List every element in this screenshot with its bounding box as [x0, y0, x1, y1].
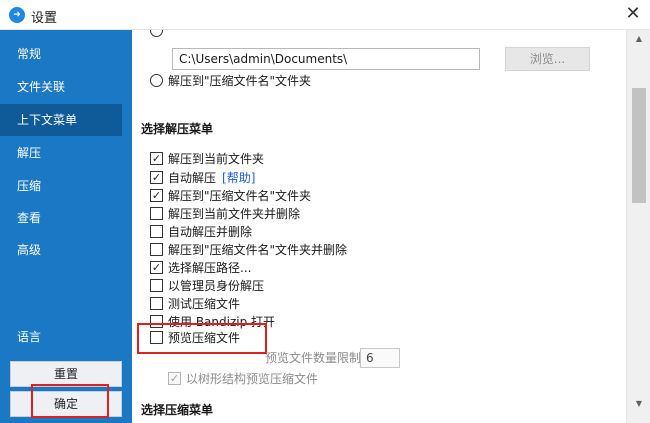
browse-button[interactable]: 浏览...	[505, 47, 590, 71]
checkbox-label: 以管理员身份解压	[168, 279, 265, 293]
sidebar-item-compress[interactable]: 压缩	[0, 170, 122, 202]
sidebar-item-general[interactable]: 常规	[0, 38, 122, 70]
tree-preview-option[interactable]: ✓ 以树形结构预览压缩文件	[168, 371, 318, 388]
checkbox-label: 解压到"压缩文件名"文件夹并删除	[168, 243, 348, 257]
radio-extract-to-path[interactable]	[150, 30, 163, 37]
extract-menu-item[interactable]: ✓ 选择解压路径...	[150, 260, 251, 277]
checkbox[interactable]: ✓	[150, 152, 163, 165]
sidebar-item-context-menu[interactable]: 上下文菜单	[0, 104, 122, 136]
extract-menu-item[interactable]: 解压到当前文件夹并删除	[150, 206, 300, 223]
help-link[interactable]: [帮助]	[222, 171, 255, 185]
checkbox-label: 解压到"压缩文件名"文件夹	[168, 189, 312, 203]
preview-limit-label: 预览文件数量限制:	[265, 351, 366, 365]
title-bar: ➜ 设置 ✕	[0, 0, 650, 30]
checkbox[interactable]: ✓	[150, 261, 163, 274]
checkbox[interactable]	[150, 207, 163, 220]
checkbox[interactable]	[150, 297, 163, 310]
sidebar-item-extract[interactable]: 解压	[0, 137, 122, 169]
section-extract-menu-title: 选择解压菜单	[141, 122, 214, 136]
sidebar: 常规 文件关联 上下文菜单 解压 压缩 查看 高级 语言 重置 确定	[0, 30, 132, 423]
extract-menu-item[interactable]: ✓ 自动解压 [帮助]	[150, 170, 255, 187]
settings-content: C:\Users\admin\Documents\ 浏览... 解压到"压缩文件…	[132, 30, 626, 423]
checkbox[interactable]: ✓	[150, 189, 163, 202]
sidebar-item-language[interactable]: 语言	[0, 321, 122, 353]
sidebar-item-view[interactable]: 查看	[0, 202, 122, 234]
radio-archive-folder[interactable]	[150, 74, 163, 87]
checkbox[interactable]: ✓	[150, 171, 163, 184]
scrollbar-thumb[interactable]	[632, 88, 646, 203]
extract-menu-item[interactable]: 自动解压并删除	[150, 224, 252, 241]
vertical-scrollbar[interactable]: ▲ ▼	[626, 30, 650, 423]
checkbox-label: 测试压缩文件	[168, 297, 241, 311]
highlight-ok-box	[31, 384, 109, 418]
close-button[interactable]: ✕	[616, 0, 650, 30]
section-compress-menu-title: 选择压缩菜单	[141, 403, 214, 417]
checkbox[interactable]	[150, 225, 163, 238]
extract-menu-item[interactable]: ✓ 解压到"压缩文件名"文件夹	[150, 188, 311, 205]
checkbox[interactable]	[150, 279, 163, 292]
checkbox-label: 以树形结构预览压缩文件	[186, 372, 319, 386]
radio-row-archive-folder[interactable]: 解压到"压缩文件名"文件夹	[150, 73, 311, 90]
app-icon: ➜	[9, 7, 25, 23]
checkbox-label: 选择解压路径...	[168, 261, 252, 275]
extract-menu-item[interactable]: 解压到"压缩文件名"文件夹并删除	[150, 242, 347, 259]
checkbox-label: 解压到当前文件夹	[168, 152, 265, 166]
checkbox-label: 自动解压并删除	[168, 225, 253, 239]
window-title: 设置	[31, 11, 58, 26]
checkbox-label: 自动解压	[168, 171, 217, 185]
extract-menu-item[interactable]: 以管理员身份解压	[150, 278, 264, 295]
checkbox-label: 解压到当前文件夹并删除	[168, 207, 301, 221]
extract-menu-item[interactable]: ✓ 解压到当前文件夹	[150, 151, 264, 168]
sidebar-item-file-association[interactable]: 文件关联	[0, 71, 122, 103]
extract-path-field[interactable]: C:\Users\admin\Documents\	[172, 48, 480, 70]
extract-menu-item[interactable]: 测试压缩文件	[150, 296, 240, 313]
checkbox[interactable]	[150, 243, 163, 256]
highlight-preview-box	[137, 323, 267, 354]
checkbox[interactable]: ✓	[168, 372, 181, 385]
sidebar-item-advanced[interactable]: 高级	[0, 234, 122, 266]
preview-limit-input[interactable]: 6	[360, 348, 400, 368]
scroll-down-icon[interactable]: ▼	[627, 397, 650, 411]
scroll-up-icon[interactable]: ▲	[627, 32, 650, 46]
radio-archive-folder-label: 解压到"压缩文件名"文件夹	[168, 74, 312, 88]
